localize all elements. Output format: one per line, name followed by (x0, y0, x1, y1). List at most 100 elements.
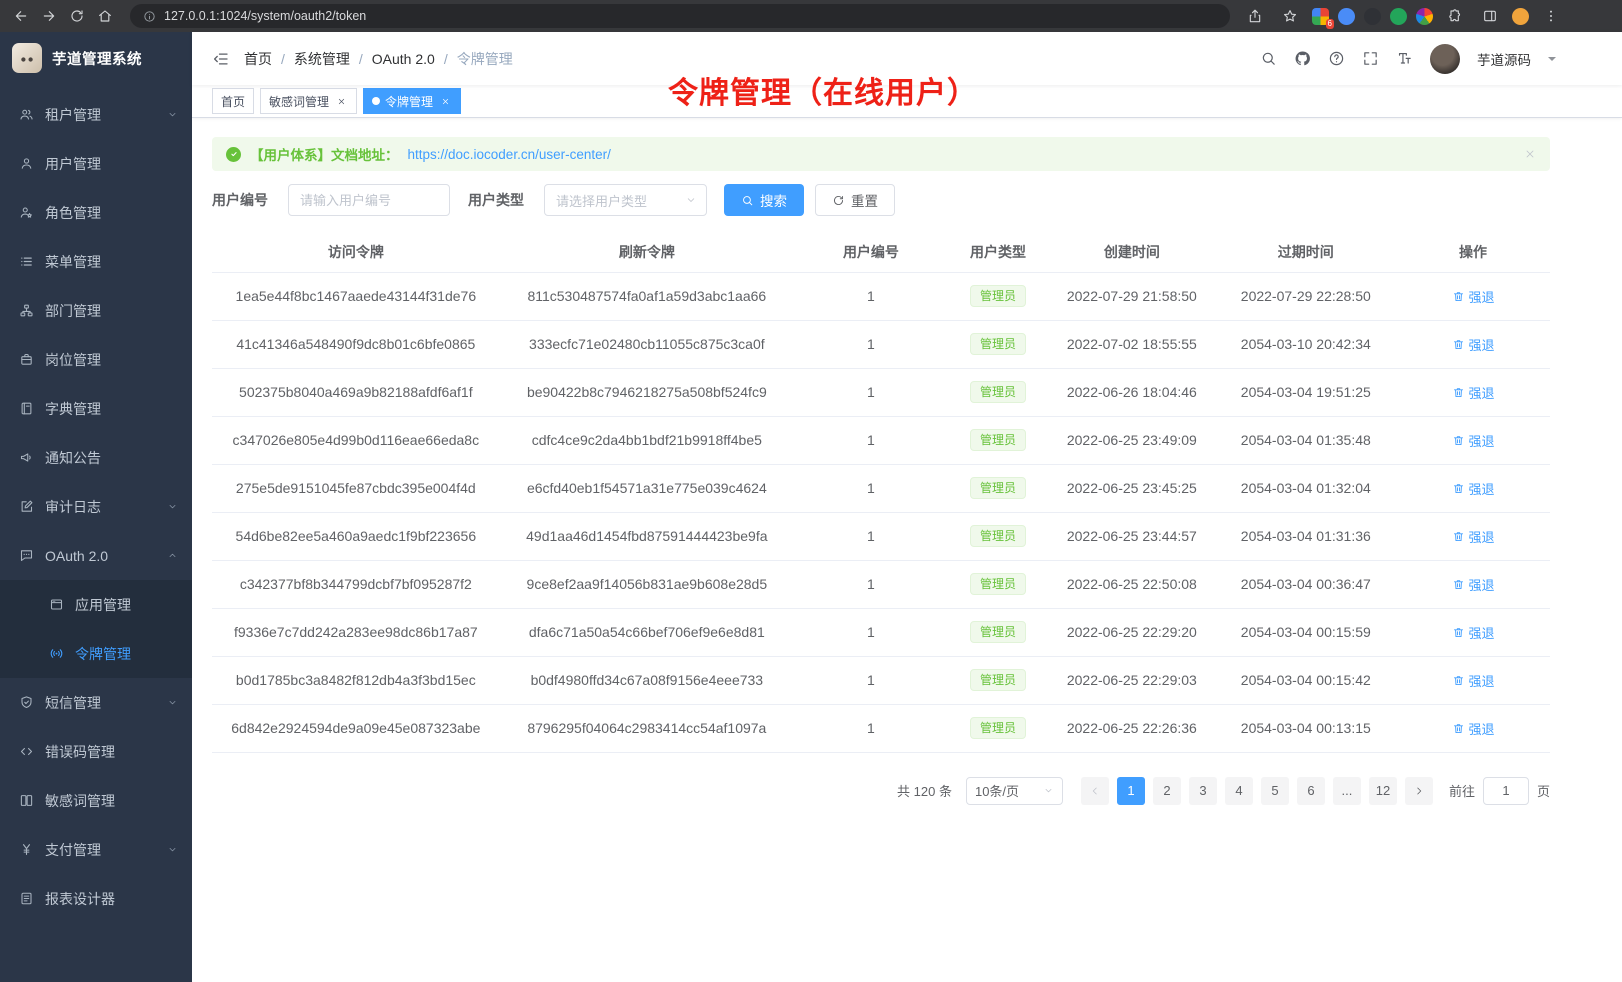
github-icon[interactable] (1294, 50, 1311, 67)
view-tab[interactable]: 敏感词管理 (260, 88, 357, 114)
doc-link[interactable]: https://doc.iocoder.cn/user-center/ (408, 147, 611, 162)
site-info-icon[interactable] (142, 9, 156, 23)
sidebar-item-menu[interactable]: 菜单管理 (0, 237, 192, 286)
sidebar-item-oauth2-token[interactable]: 令牌管理 (0, 629, 192, 678)
sidebar-item-error-code[interactable]: 错误码管理 (0, 727, 192, 776)
page-button-1[interactable]: 1 (1117, 777, 1145, 805)
next-page-button[interactable] (1405, 777, 1433, 805)
sidebar-fold-icon[interactable] (212, 50, 230, 68)
goto-page-input[interactable] (1483, 777, 1529, 805)
sidebar-item-post[interactable]: 岗位管理 (0, 335, 192, 384)
extension-rainbow-icon[interactable] (1416, 8, 1433, 25)
font-size-icon[interactable] (1396, 50, 1413, 67)
sidebar-item-pay[interactable]: 支付管理 (0, 825, 192, 874)
browser-address-bar[interactable]: 127.0.0.1:1024/system/oauth2/token (130, 4, 1230, 28)
sidebar-item-sensitive-word[interactable]: 敏感词管理 (0, 776, 192, 825)
sidebar-item-label: 用户管理 (45, 154, 178, 174)
user-id-input[interactable] (288, 184, 450, 216)
force-logout-button[interactable]: 强退 (1452, 671, 1495, 690)
user-type-badge: 管理员 (970, 429, 1026, 451)
reset-button[interactable]: 重置 (815, 184, 895, 216)
browser-back-icon[interactable] (8, 3, 34, 29)
force-logout-button[interactable]: 强退 (1452, 335, 1495, 354)
share-icon[interactable] (1242, 3, 1268, 29)
user-type-cell: 管理员 (948, 704, 1048, 752)
force-logout-button[interactable]: 强退 (1452, 431, 1495, 450)
search-button[interactable]: 搜索 (724, 184, 804, 216)
expire-time-cell: 2054-03-04 19:51:25 (1215, 368, 1396, 416)
force-logout-button[interactable]: 强退 (1452, 527, 1495, 546)
breadcrumb-item[interactable]: 首页 (244, 49, 272, 69)
username[interactable]: 芋道源码 (1477, 49, 1531, 69)
search-icon[interactable] (1260, 50, 1277, 67)
action-cell: 强退 (1396, 656, 1550, 704)
expire-time-cell: 2054-03-04 01:32:04 (1215, 464, 1396, 512)
prev-page-button[interactable] (1081, 777, 1109, 805)
user-type-placeholder: 请选择用户类型 (556, 191, 647, 210)
page-button-6[interactable]: 6 (1297, 777, 1325, 805)
sidebar-item-label: 审计日志 (45, 497, 156, 517)
sidebar-item-user[interactable]: 用户管理 (0, 139, 192, 188)
extension-green-icon[interactable] (1390, 8, 1407, 25)
sidebar-item-label: 通知公告 (45, 448, 178, 468)
page-button-5[interactable]: 5 (1261, 777, 1289, 805)
extension-dark-icon[interactable] (1364, 8, 1381, 25)
user-type-badge: 管理员 (970, 381, 1026, 403)
sidebar-item-tenant[interactable]: 租户管理 (0, 90, 192, 139)
page-button-4[interactable]: 4 (1225, 777, 1253, 805)
browser-reload-icon[interactable] (64, 3, 90, 29)
tab-label: 首页 (221, 93, 245, 110)
page-button-2[interactable]: 2 (1153, 777, 1181, 805)
browser-forward-icon[interactable] (36, 3, 62, 29)
force-logout-button[interactable]: 强退 (1452, 719, 1495, 738)
force-logout-button[interactable]: 强退 (1452, 479, 1495, 498)
bookmark-star-icon[interactable] (1277, 3, 1303, 29)
breadcrumb: 首页/系统管理/OAuth 2.0/令牌管理 (244, 49, 513, 69)
sidebar-item-dept[interactable]: 部门管理 (0, 286, 192, 335)
sidebar-item-label: 敏感词管理 (45, 791, 178, 811)
force-logout-button[interactable]: 强退 (1452, 623, 1495, 642)
help-icon[interactable] (1328, 50, 1345, 67)
page-size-select[interactable]: 10条/页 (966, 777, 1063, 805)
access-token-cell: b0d1785bc3a8482f812db4a3f3bd15ec (212, 656, 500, 704)
sidebar-item-sms[interactable]: 短信管理 (0, 678, 192, 727)
extensions-puzzle-icon[interactable] (1442, 3, 1468, 29)
sidebar-item-report[interactable]: 报表设计器 (0, 874, 192, 923)
side-panel-icon[interactable] (1477, 3, 1503, 29)
sidebar-item-label: 部门管理 (45, 301, 178, 321)
page-button-3[interactable]: 3 (1189, 777, 1217, 805)
breadcrumb-item[interactable]: 系统管理 (294, 49, 350, 69)
tab-close-icon[interactable] (438, 94, 452, 108)
force-logout-button[interactable]: 强退 (1452, 287, 1495, 306)
extension-pixel-icon[interactable]: 6 (1312, 8, 1329, 25)
browser-home-icon[interactable] (92, 3, 118, 29)
refresh-token-cell: 8796295f04064c2983414cc54af1097a (500, 704, 794, 752)
sidebar-item-dict[interactable]: 字典管理 (0, 384, 192, 433)
user-type-select[interactable]: 请选择用户类型 (544, 184, 707, 216)
view-tab[interactable]: 令牌管理 (363, 88, 461, 114)
force-logout-button[interactable]: 强退 (1452, 575, 1495, 594)
tab-close-icon[interactable] (334, 94, 348, 108)
sidebar-item-role[interactable]: 角色管理 (0, 188, 192, 237)
extension-blue-icon[interactable] (1338, 8, 1355, 25)
chevron-down-icon[interactable] (1548, 57, 1556, 65)
force-logout-button[interactable]: 强退 (1452, 383, 1495, 402)
profile-avatar-icon[interactable] (1512, 8, 1529, 25)
url-text: 127.0.0.1:1024/system/oauth2/token (164, 9, 366, 23)
screen: 127.0.0.1:1024/system/oauth2/token 6 芋道管… (0, 0, 1622, 982)
page-ellipsis[interactable]: ... (1333, 777, 1361, 805)
view-tab[interactable]: 首页 (212, 88, 254, 114)
sidebar-item-oauth2-app[interactable]: 应用管理 (0, 580, 192, 629)
fullscreen-icon[interactable] (1362, 50, 1379, 67)
page-button-12[interactable]: 12 (1369, 777, 1397, 805)
sidebar-item-audit-log[interactable]: 审计日志 (0, 482, 192, 531)
user-avatar[interactable] (1430, 44, 1460, 74)
app-logo[interactable]: 芋道管理系统 (0, 32, 192, 84)
user-id-cell: 1 (794, 320, 948, 368)
column-header: 操作 (1396, 232, 1550, 272)
sidebar-item-notice[interactable]: 通知公告 (0, 433, 192, 482)
sidebar-item-oauth2[interactable]: OAuth 2.0 (0, 531, 192, 580)
alert-close-icon[interactable] (1524, 148, 1536, 160)
breadcrumb-item[interactable]: OAuth 2.0 (372, 51, 435, 67)
browser-menu-icon[interactable] (1538, 3, 1564, 29)
